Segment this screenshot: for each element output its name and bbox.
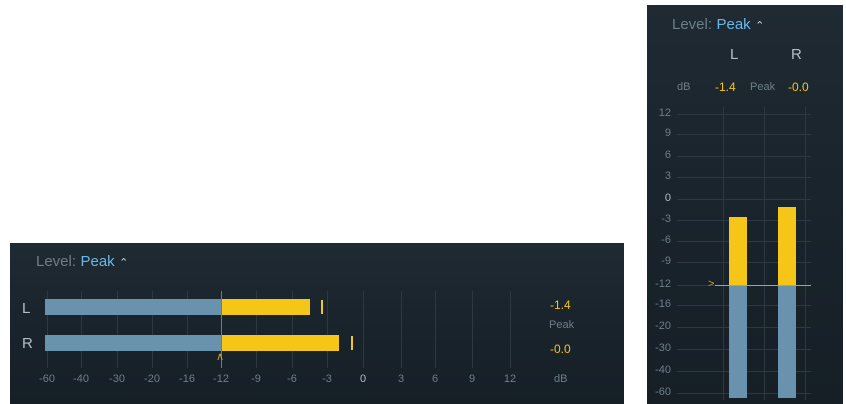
scale-tick-label: -12 <box>213 373 229 385</box>
up-down-chevron-icon[interactable]: ⌃︎ <box>755 20 764 32</box>
peak-readout-left: -1.4 <box>715 80 736 94</box>
scale-tick-label: -30 <box>655 342 671 354</box>
scale-tick-label: 6 <box>664 149 671 161</box>
scale-unit: dB <box>554 373 568 385</box>
threshold-line <box>715 285 811 286</box>
scale-tick-label: 3 <box>397 373 405 385</box>
scale-tick-label: -6 <box>661 234 671 246</box>
level-mode-selector[interactable]: Level: Peak ⌃︎ <box>36 253 128 271</box>
scale-tick-label: -40 <box>73 373 89 385</box>
readout-mode-label: Peak <box>549 319 575 331</box>
scale-tick-label: -20 <box>144 373 160 385</box>
peak-readout-right: -0.0 <box>550 342 571 356</box>
horizontal-level-meter: Level: Peak ⌃︎ L R ∧ -1.4 Peak -0.0 -60-… <box>10 243 624 404</box>
scale-tick-label: -60 <box>655 386 671 398</box>
scale-tick-label: -20 <box>655 320 671 332</box>
grid-line <box>677 156 811 157</box>
scale-tick-label: 6 <box>431 373 439 385</box>
peak-hold-left <box>321 300 324 314</box>
meter-bar-left-yellow <box>221 299 310 315</box>
unit-label: dB <box>677 81 691 93</box>
grid-line <box>510 291 511 368</box>
level-label: Level: <box>36 253 77 270</box>
grid-line <box>677 177 811 178</box>
channel-label-left: L <box>730 46 739 63</box>
grid-line <box>764 107 765 400</box>
scale-tick-label: -3 <box>661 213 671 225</box>
meter-bar-right-blue <box>778 285 796 398</box>
grid-line <box>677 134 811 135</box>
scale-tick-label: 3 <box>664 170 671 182</box>
grid-line <box>677 114 811 115</box>
scale-tick-label: -30 <box>109 373 125 385</box>
grid-line <box>805 107 806 400</box>
level-mode-selector[interactable]: Level: Peak ⌃︎ <box>672 16 764 34</box>
channel-label-left: L <box>22 300 31 317</box>
vertical-level-meter: Level: Peak ⌃︎ L R dB -1.4 Peak -0.0 12 9… <box>647 5 843 404</box>
grid-line <box>363 291 364 368</box>
scale-tick-label: 9 <box>664 127 671 139</box>
level-mode-value[interactable]: Peak <box>80 253 114 270</box>
threshold-marker-icon[interactable]: ∧ <box>216 350 224 363</box>
meter-bar-right-blue <box>45 335 221 351</box>
scale-tick-label: -3 <box>322 373 332 385</box>
peak-readout-left: -1.4 <box>550 298 571 312</box>
scale-tick-label: -16 <box>179 373 195 385</box>
scale-tick-label: 12 <box>658 107 671 119</box>
meter-bar-left-blue <box>729 285 747 398</box>
scale-tick-label: -9 <box>661 255 671 267</box>
meter-bar-left-blue <box>45 299 221 315</box>
scale-tick-label: -9 <box>251 373 261 385</box>
meter-bar-right-yellow <box>221 335 339 351</box>
grid-line <box>472 291 473 368</box>
level-mode-value[interactable]: Peak <box>716 16 750 33</box>
scale-tick-label: 12 <box>503 373 517 385</box>
readout-mode-label: Peak <box>750 81 776 93</box>
scale-tick-label: 0 <box>664 192 671 204</box>
peak-hold-right <box>351 336 353 350</box>
grid-line <box>327 291 328 368</box>
grid-line <box>401 291 402 368</box>
scale-tick-label: -6 <box>287 373 297 385</box>
up-down-chevron-icon[interactable]: ⌃︎ <box>119 257 128 269</box>
grid-line <box>677 199 811 200</box>
meter-bar-right-yellow <box>778 207 796 285</box>
threshold-marker-icon[interactable]: > <box>708 278 714 290</box>
meter-bar-left-yellow <box>729 216 747 285</box>
scale-tick-label: -16 <box>655 298 671 310</box>
scale-tick-label: 9 <box>468 373 476 385</box>
channel-label-right: R <box>791 46 802 63</box>
scale-tick-label: -12 <box>655 278 671 290</box>
scale-tick-label: -60 <box>39 373 55 385</box>
level-label: Level: <box>672 16 713 33</box>
channel-label-right: R <box>22 335 33 352</box>
scale-tick-label: 0 <box>359 373 367 385</box>
grid-line <box>435 291 436 368</box>
grid-line <box>723 107 724 400</box>
peak-readout-right: -0.0 <box>788 80 809 94</box>
scale-tick-label: -40 <box>655 364 671 376</box>
